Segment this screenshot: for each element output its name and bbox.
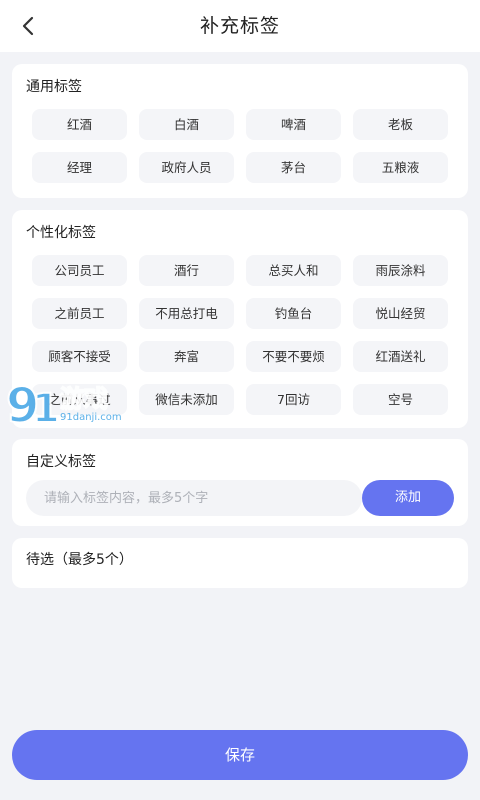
tag-chip[interactable]: 雨辰涂料 [353,255,448,286]
tag-chip[interactable]: 之前员工 [32,298,127,329]
tag-chip[interactable]: 茅台 [246,152,341,183]
tag-chip[interactable]: 之前从事过 [32,384,127,415]
tag-chip[interactable]: 白酒 [139,109,234,140]
custom-tags-title: 自定义标签 [26,454,96,470]
tag-chip[interactable]: 老板 [353,109,448,140]
personal-tags-title: 个性化标签 [26,225,96,241]
tag-chip[interactable]: 政府人员 [139,152,234,183]
custom-tag-input[interactable] [26,480,362,516]
tag-chip[interactable]: 微信未添加 [139,384,234,415]
pending-tags-title: 待选（最多5个） [26,552,133,568]
tag-chip[interactable]: 奔富 [139,341,234,372]
tag-chip[interactable]: 悦山经贸 [353,298,448,329]
tag-chip[interactable]: 红酒送礼 [353,341,448,372]
tag-chip[interactable]: 顾客不接受 [32,341,127,372]
tag-chip[interactable]: 钓鱼台 [246,298,341,329]
personal-tags-grid: 公司员工 酒行 总买人和 雨辰涂料 之前员工 不用总打电 钓鱼台 悦山经贸 顾客… [32,255,460,415]
tag-chip[interactable]: 不要不要烦 [246,341,341,372]
common-tags-title: 通用标签 [26,79,82,95]
header-bar: 补充标签 [0,0,480,52]
tag-chip[interactable]: 五粮液 [353,152,448,183]
tag-chip[interactable]: 总买人和 [246,255,341,286]
save-button[interactable]: 保存 [12,730,468,780]
tag-chip[interactable]: 经理 [32,152,127,183]
personal-tags-card: 个性化标签 公司员工 酒行 总买人和 雨辰涂料 之前员工 不用总打电 钓鱼台 悦… [12,210,468,428]
tag-chip[interactable]: 红酒 [32,109,127,140]
tag-chip[interactable]: 公司员工 [32,255,127,286]
tag-chip[interactable]: 空号 [353,384,448,415]
tag-chip[interactable]: 不用总打电 [139,298,234,329]
tag-chip[interactable]: 啤酒 [246,109,341,140]
custom-tag-card: 自定义标签 添加 [12,439,468,526]
common-tags-grid: 红酒 白酒 啤酒 老板 经理 政府人员 茅台 五粮液 [32,109,460,183]
tag-chip[interactable]: 7回访 [246,384,341,415]
custom-tag-input-wrapper [26,480,362,516]
add-tag-button[interactable]: 添加 [362,480,454,516]
tag-chip[interactable]: 酒行 [139,255,234,286]
pending-tags-card: 待选（最多5个） [12,538,468,588]
common-tags-card: 通用标签 红酒 白酒 啤酒 老板 经理 政府人员 茅台 五粮液 [12,64,468,198]
page-title: 补充标签 [199,15,280,37]
